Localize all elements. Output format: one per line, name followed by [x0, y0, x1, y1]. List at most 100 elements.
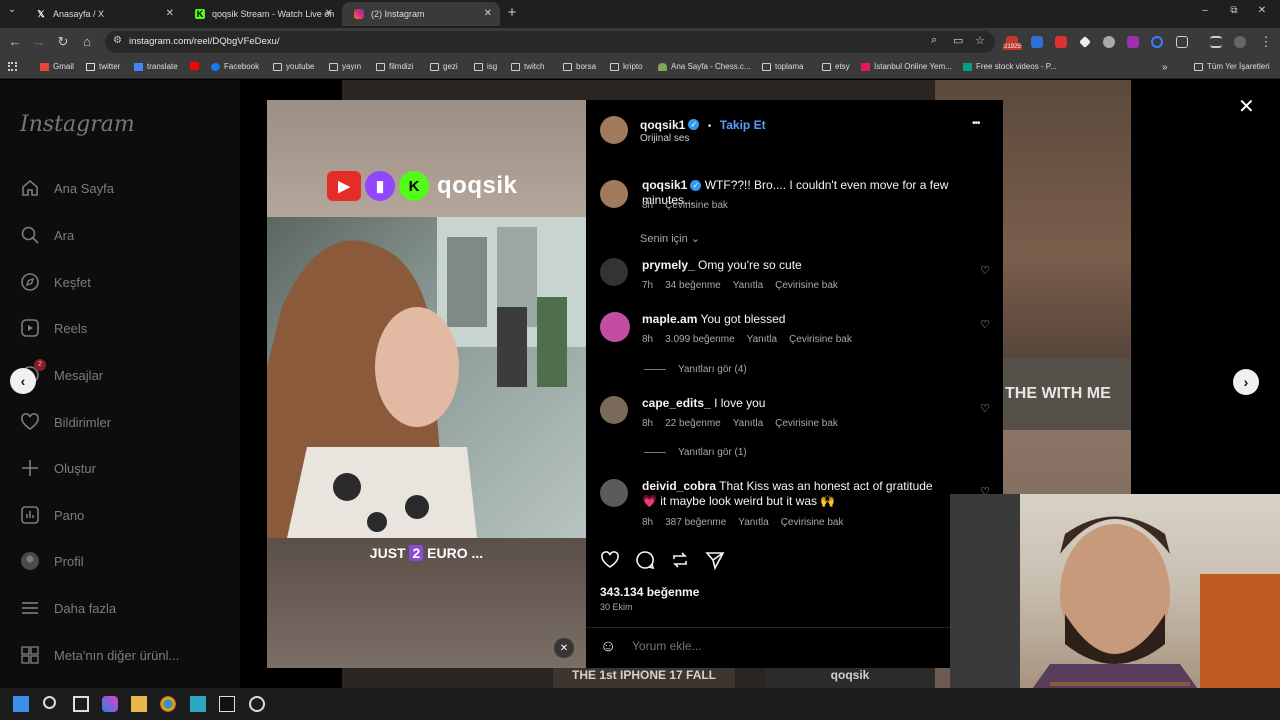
close-modal-icon[interactable]: ✕	[1238, 94, 1255, 119]
circle-extension-icon[interactable]	[1103, 36, 1115, 48]
translate-extension-icon[interactable]	[1031, 36, 1043, 48]
bookmark-folder[interactable]: etsy	[822, 62, 850, 71]
tradingview-icon[interactable]	[219, 696, 235, 712]
commenter-avatar[interactable]	[600, 479, 628, 507]
task-view-icon[interactable]	[73, 696, 89, 712]
previous-reel-button[interactable]: ‹	[10, 368, 36, 394]
next-reel-button[interactable]: ›	[1233, 369, 1259, 395]
bookmark-folder[interactable]: borsa	[563, 62, 596, 71]
bookmark-star-icon[interactable]: ☆	[975, 34, 985, 47]
commenter-avatar[interactable]	[600, 312, 630, 342]
sidebar-item-more[interactable]: Daha fazla	[20, 596, 116, 620]
sidebar-item-explore[interactable]: Keşfet	[20, 270, 91, 294]
bookmark-folder[interactable]: isg	[474, 62, 497, 71]
all-bookmarks[interactable]: Tüm Yer İşaretleri	[1194, 62, 1270, 71]
translate-link[interactable]: Çevirisine bak	[665, 200, 728, 211]
profile-avatar[interactable]	[1234, 36, 1246, 48]
tab-x[interactable]: 𝕏 Anasayfa / X ✕	[24, 2, 182, 26]
copilot-icon[interactable]	[102, 696, 118, 712]
author-avatar[interactable]	[600, 180, 628, 208]
comment-icon[interactable]	[635, 550, 655, 570]
apps-grid-icon[interactable]	[8, 62, 17, 71]
bookmark-translate[interactable]: translate	[134, 62, 178, 71]
bookmark-folder[interactable]: filmdizi	[376, 62, 413, 71]
menu-dots-icon[interactable]: ⋮	[1258, 34, 1274, 50]
close-tab-icon[interactable]: ✕	[484, 8, 492, 19]
windows-start-icon[interactable]	[13, 696, 29, 712]
audio-extension-icon[interactable]	[1151, 36, 1163, 48]
follow-button[interactable]: Takip Et	[720, 118, 766, 132]
minimize-button[interactable]: –	[1197, 5, 1213, 16]
commenter-avatar[interactable]	[600, 258, 628, 286]
back-icon[interactable]: ←	[7, 34, 23, 49]
tab-kick[interactable]: K qoqsik Stream - Watch Live on ✕	[183, 2, 341, 26]
close-tab-icon[interactable]: ✕	[166, 8, 174, 19]
sidebar-item-notifications[interactable]: Bildirimler	[20, 410, 111, 434]
like-comment-icon[interactable]: ♡	[980, 264, 990, 277]
bookmark-folder[interactable]: gezi	[430, 62, 458, 71]
bookmark-folder[interactable]: twitch	[511, 62, 544, 71]
mute-icon[interactable]: ✕	[554, 638, 574, 658]
site-info-icon[interactable]: ⚙	[113, 35, 122, 46]
forward-icon[interactable]: →	[31, 34, 47, 49]
restore-button[interactable]: ⧉	[1226, 5, 1242, 16]
bookmark-facebook[interactable]: Facebook	[211, 62, 259, 71]
more-options-icon[interactable]: •••	[972, 118, 980, 129]
reel-video[interactable]: ▶ ▮ K qoqsik JUST 2 EURO ... ✕	[267, 100, 586, 668]
chrome-icon[interactable]	[160, 696, 176, 712]
bookmark-gmail[interactable]: Gmail	[40, 62, 74, 71]
bookmark-yemeksepeti[interactable]: İstanbul Online Yem...	[861, 62, 952, 71]
view-replies[interactable]: Yanıtları gör (4)	[644, 364, 747, 375]
sidebar-item-profile[interactable]: Profil	[20, 549, 84, 573]
bookmark-chess[interactable]: Ana Sayfa - Chess.c...	[658, 62, 751, 71]
author-username[interactable]: qoqsik1	[640, 118, 685, 132]
tab-search-icon[interactable]: ⌄	[4, 4, 20, 15]
like-comment-icon[interactable]: ♡	[980, 402, 990, 415]
sort-dropdown[interactable]: Senin için ⌄	[640, 232, 700, 245]
tab-instagram[interactable]: (2) Instagram ✕	[342, 2, 500, 26]
more-bookmarks-icon[interactable]: »	[1162, 62, 1168, 73]
bookmark-folder[interactable]: toplama	[762, 62, 803, 71]
app-icon[interactable]	[190, 696, 206, 712]
repost-icon[interactable]	[670, 550, 690, 570]
sidebar-item-create[interactable]: Oluştur	[20, 456, 96, 480]
zoom-icon[interactable]: ⌕	[931, 34, 937, 47]
like-count[interactable]: 343.134 beğenme	[600, 585, 699, 599]
sidebar-item-search[interactable]: Ara	[20, 223, 74, 247]
sidebar-item-home[interactable]: Ana Sayfa	[20, 176, 114, 200]
adblock-icon[interactable]	[1055, 36, 1067, 48]
reading-list-icon[interactable]	[1210, 36, 1222, 48]
author-avatar[interactable]	[600, 116, 628, 144]
search-icon[interactable]	[43, 696, 56, 709]
like-icon[interactable]	[600, 550, 620, 570]
share-icon[interactable]	[705, 550, 725, 570]
bookmark-pexels[interactable]: Free stock videos - P...	[963, 62, 1057, 71]
commenter-avatar[interactable]	[600, 396, 628, 424]
sidebar-item-reels[interactable]: Reels	[20, 316, 87, 340]
address-bar[interactable]: ⚙ instagram.com/reel/DQbgVFeDexu/ ⌕ ▭ ☆	[105, 31, 995, 53]
file-explorer-icon[interactable]	[131, 696, 147, 712]
home-icon[interactable]: ⌂	[79, 34, 95, 49]
instagram-logo[interactable]: Instagram	[20, 112, 135, 137]
extensions-puzzle-icon[interactable]	[1176, 36, 1188, 48]
diamond-extension-icon[interactable]	[1079, 36, 1091, 48]
reload-icon[interactable]: ↻	[55, 34, 71, 50]
cast-icon[interactable]: ▭	[953, 34, 963, 47]
comment-input[interactable]	[632, 639, 932, 653]
sidebar-item-dashboard[interactable]: Pano	[20, 503, 84, 527]
bookmark-folder[interactable]: youtube	[273, 62, 314, 71]
sidebar-item-meta[interactable]: Meta'nın diğer ürünl...	[20, 643, 179, 667]
purple-extension-icon[interactable]	[1127, 36, 1139, 48]
app-notification-icon[interactable]	[249, 696, 265, 712]
bookmark-folder[interactable]: kripto	[610, 62, 643, 71]
bookmark-twitter[interactable]: twitter	[86, 62, 120, 71]
view-replies[interactable]: Yanıtları gör (1)	[644, 447, 747, 458]
emoji-icon[interactable]: ☺	[600, 638, 616, 656]
close-tab-icon[interactable]: ✕	[325, 8, 333, 19]
bookmark-folder[interactable]: yayın	[329, 62, 361, 71]
bookmark-youtube-link[interactable]	[190, 62, 203, 70]
new-tab-button[interactable]: +	[504, 4, 520, 21]
like-comment-icon[interactable]: ♡	[980, 318, 990, 331]
close-window-button[interactable]: ✕	[1254, 5, 1270, 16]
audio-label[interactable]: Orijinal ses	[640, 133, 689, 144]
